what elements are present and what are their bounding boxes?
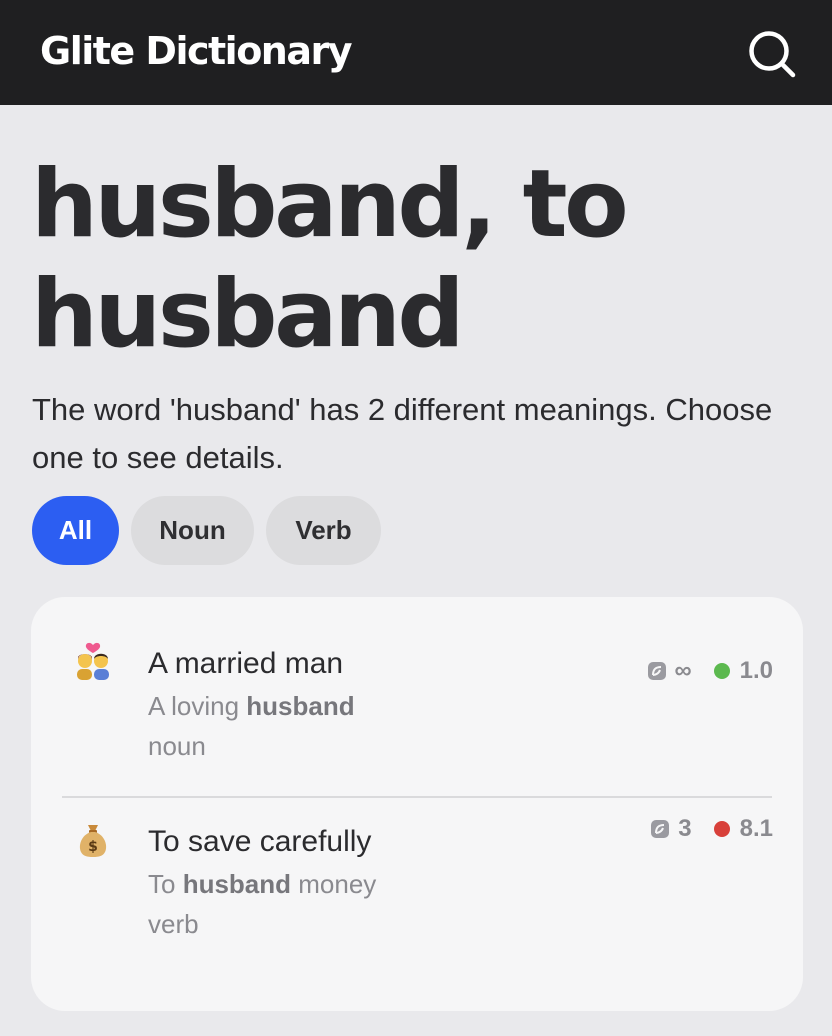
example-highlight: husband [182, 869, 292, 899]
meanings-card: A married man A loving husband noun ∞ 1.… [31, 597, 803, 1011]
score-value: 8.1 [739, 815, 773, 842]
sticker-icon [647, 662, 666, 680]
filter-chips: All Noun Verb [32, 496, 381, 565]
meaning-meta: ∞ 1.0 [647, 657, 773, 685]
meaning-title: To save carefully [148, 825, 372, 858]
filter-verb-button[interactable]: Verb [266, 496, 381, 565]
example-text: money [291, 869, 377, 899]
example-highlight: husband [246, 691, 355, 721]
couple-with-heart-icon [77, 642, 109, 680]
usage-count: 3 [678, 815, 692, 842]
example-text: To [148, 869, 183, 899]
page-title: husband, to husband [31, 150, 629, 369]
score-value: 1.0 [739, 657, 773, 684]
meaning-item-married-man[interactable]: A married man A loving husband noun ∞ 1.… [31, 619, 803, 797]
status-dot [713, 663, 730, 679]
part-of-speech: noun [148, 731, 206, 761]
meaning-meta: 3 8.1 [650, 815, 773, 843]
svg-text:$: $ [88, 839, 98, 855]
filter-noun-button[interactable]: Noun [131, 496, 254, 565]
meaning-item-save-carefully[interactable]: $ To save carefully To husband money ver… [31, 797, 803, 975]
part-of-speech: verb [148, 909, 199, 939]
app-logo[interactable]: Glite Dictionary [40, 24, 353, 78]
money-bag-icon: $ [79, 825, 107, 857]
status-dot [713, 821, 730, 837]
sticker-icon [651, 820, 670, 838]
example-text: A loving [148, 691, 247, 721]
usage-count: ∞ [674, 657, 692, 684]
meaning-title: A married man [148, 647, 344, 680]
example-sentence: A loving husband [148, 689, 355, 723]
search-button[interactable] [744, 26, 800, 82]
filter-all-button[interactable]: All [32, 496, 119, 565]
top-bar: Glite Dictionary [0, 0, 832, 105]
search-icon [749, 31, 796, 78]
intro-text: The word 'husband' has 2 different meani… [32, 392, 773, 475]
example-sentence: To husband money [148, 867, 376, 901]
